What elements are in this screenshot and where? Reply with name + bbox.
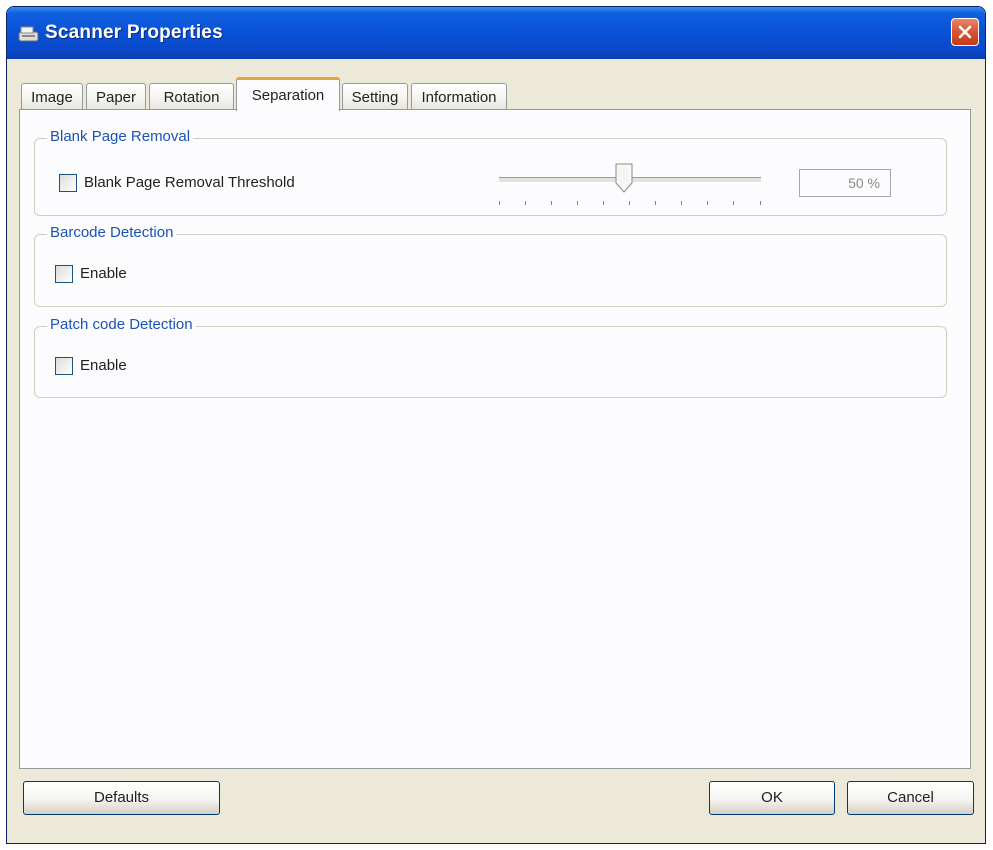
barcode-enable-checkbox[interactable] [55, 265, 73, 283]
close-icon [958, 25, 972, 39]
patch-code-detection-title: Patch code Detection [47, 315, 196, 335]
tab-image[interactable]: Image [21, 83, 83, 110]
tab-setting[interactable]: Setting [342, 83, 408, 110]
barcode-detection-group: Barcode Detection Enable [34, 223, 947, 307]
slider-tick [733, 201, 734, 205]
slider-tick [499, 201, 500, 205]
slider-tick [577, 201, 578, 205]
patch-code-enable-label: Enable [80, 357, 127, 374]
slider-tick [681, 201, 682, 205]
tab-separation[interactable]: Separation [236, 77, 340, 111]
slider-thumb[interactable] [615, 163, 633, 193]
barcode-enable-label: Enable [80, 265, 127, 282]
threshold-slider[interactable] [487, 161, 777, 209]
barcode-detection-title: Barcode Detection [47, 223, 177, 243]
scanner-icon [18, 26, 39, 42]
blank-page-removal-group: Blank Page Removal Blank Page Removal Th… [34, 127, 947, 216]
ok-button[interactable]: OK [709, 781, 835, 815]
blank-page-threshold-label: Blank Page Removal Threshold [84, 174, 295, 191]
threshold-value-field[interactable]: 50 % [799, 169, 891, 197]
patch-code-enable-checkbox[interactable] [55, 357, 73, 375]
tab-rotation[interactable]: Rotation [149, 83, 234, 110]
slider-tick [760, 201, 761, 205]
slider-tick [707, 201, 708, 205]
blank-page-removal-title: Blank Page Removal [47, 127, 194, 147]
slider-tick [551, 201, 552, 205]
slider-tick [525, 201, 526, 205]
slider-tick [603, 201, 604, 205]
tab-information[interactable]: Information [411, 83, 507, 110]
slider-tick [629, 201, 630, 205]
scanner-properties-window: Scanner Properties Image Paper Rotation … [6, 6, 986, 844]
close-button[interactable] [951, 18, 979, 46]
slider-tick [655, 201, 656, 205]
separation-panel: Blank Page Removal Blank Page Removal Th… [19, 109, 971, 769]
title-bar[interactable]: Scanner Properties [7, 7, 985, 59]
window-title: Scanner Properties [45, 22, 223, 43]
patch-code-detection-group: Patch code Detection Enable [34, 315, 947, 398]
cancel-button[interactable]: Cancel [847, 781, 974, 815]
blank-page-threshold-checkbox[interactable] [59, 174, 77, 192]
defaults-button[interactable]: Defaults [23, 781, 220, 815]
tab-paper[interactable]: Paper [86, 83, 146, 110]
